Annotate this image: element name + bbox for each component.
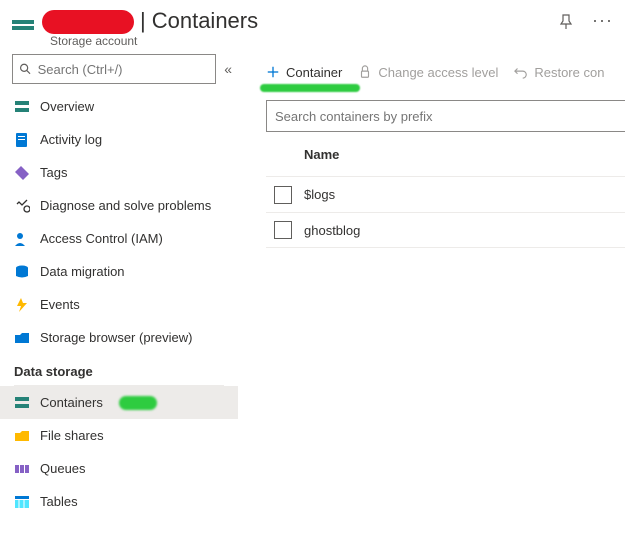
nav-label: Storage browser (preview) <box>40 330 192 345</box>
file-shares-icon <box>14 428 30 444</box>
row-checkbox[interactable] <box>274 186 292 204</box>
nav-label: Containers <box>40 395 103 410</box>
container-name[interactable]: ghostblog <box>304 223 360 238</box>
nav-label: Overview <box>40 99 94 114</box>
table-row[interactable]: $logs <box>266 176 625 212</box>
nav-label: Tables <box>40 494 78 509</box>
highlight-annotation <box>260 84 360 92</box>
nav-label: Tags <box>40 165 67 180</box>
column-name[interactable]: Name <box>304 147 339 162</box>
container-list: $logs ghostblog <box>266 176 625 248</box>
containers-icon <box>14 395 30 411</box>
storage-browser-icon <box>14 330 30 346</box>
row-checkbox[interactable] <box>274 221 292 239</box>
nav-queues[interactable]: Queues <box>0 452 238 485</box>
container-name[interactable]: $logs <box>304 187 335 202</box>
search-icon <box>19 62 32 76</box>
toolbar: Container Change access level Restore co… <box>266 54 625 90</box>
nav-file-shares[interactable]: File shares <box>0 419 238 452</box>
add-container-button[interactable]: Container <box>266 65 342 80</box>
page-title-separator: | <box>140 8 146 34</box>
queues-icon <box>14 461 30 477</box>
collapse-sidebar-icon[interactable]: « <box>224 61 232 77</box>
nav-iam[interactable]: Access Control (IAM) <box>0 222 238 255</box>
sidebar-search[interactable] <box>12 54 216 84</box>
nav-overview[interactable]: Overview <box>0 90 238 123</box>
nav-storage-browser[interactable]: Storage browser (preview) <box>0 321 238 354</box>
resource-name-redacted <box>42 10 134 34</box>
pin-icon[interactable] <box>558 14 574 33</box>
page-header: | Containers ··· Storage account <box>0 0 625 42</box>
nav-events[interactable]: Events <box>0 288 238 321</box>
nav-label: Data migration <box>40 264 125 279</box>
filter-input[interactable] <box>275 109 617 124</box>
data-migration-icon <box>14 264 30 280</box>
restore-button[interactable]: Restore con <box>514 65 604 80</box>
resource-type-label: Storage account <box>50 34 137 48</box>
toolbar-label: Restore con <box>534 65 604 80</box>
events-icon <box>14 297 30 313</box>
change-access-button[interactable]: Change access level <box>358 65 498 80</box>
section-data-storage: Data storage <box>0 354 238 385</box>
nav-label: Queues <box>40 461 86 476</box>
page-title: Containers <box>152 8 258 34</box>
activity-log-icon <box>14 132 30 148</box>
main-panel: Container Change access level Restore co… <box>238 54 625 545</box>
nav-label: Access Control (IAM) <box>40 231 163 246</box>
filter-containers[interactable] <box>266 100 625 132</box>
toolbar-label: Change access level <box>378 65 498 80</box>
nav-label: File shares <box>40 428 104 443</box>
table-header: Name <box>266 132 625 176</box>
undo-icon <box>514 65 528 79</box>
table-row[interactable]: ghostblog <box>266 212 625 248</box>
nav-diagnose[interactable]: Diagnose and solve problems <box>0 189 238 222</box>
toolbar-label: Container <box>286 65 342 80</box>
iam-icon <box>14 231 30 247</box>
nav-tables[interactable]: Tables <box>0 485 238 518</box>
nav-label: Diagnose and solve problems <box>40 198 211 213</box>
nav-containers[interactable]: Containers <box>0 386 238 419</box>
diagnose-icon <box>14 198 30 214</box>
nav-tags[interactable]: Tags <box>0 156 238 189</box>
sidebar: « Overview Activity log Tags Diagnose an… <box>0 54 238 545</box>
lock-icon <box>358 65 372 79</box>
tags-icon <box>14 165 30 181</box>
storage-account-icon <box>12 14 38 36</box>
overview-icon <box>14 99 30 115</box>
nav-data-migration[interactable]: Data migration <box>0 255 238 288</box>
nav-label: Activity log <box>40 132 102 147</box>
plus-icon <box>266 65 280 79</box>
highlight-annotation <box>119 396 157 410</box>
nav-label: Events <box>40 297 80 312</box>
nav-activity-log[interactable]: Activity log <box>0 123 238 156</box>
tables-icon <box>14 494 30 510</box>
sidebar-search-input[interactable] <box>38 62 210 77</box>
more-menu-icon[interactable]: ··· <box>592 14 613 33</box>
